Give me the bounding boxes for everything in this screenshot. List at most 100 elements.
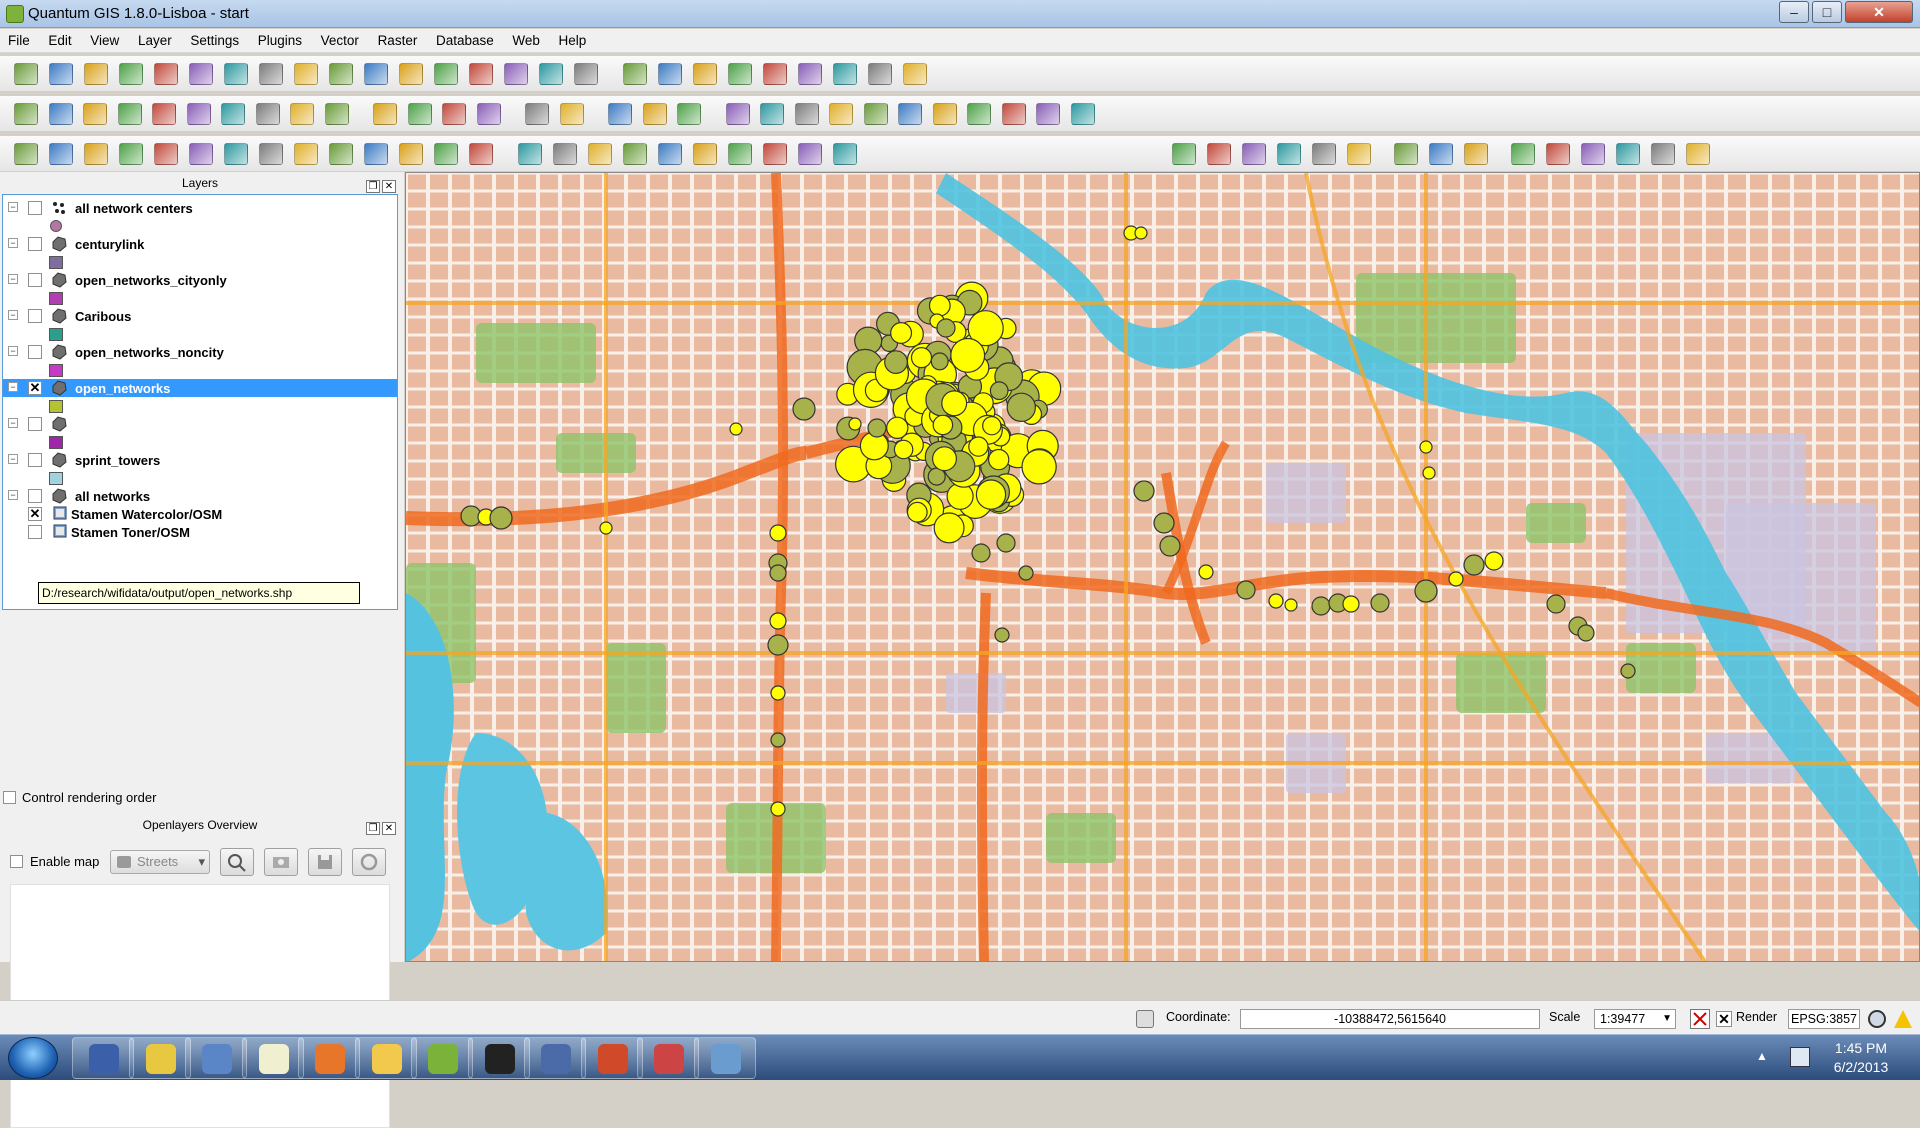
delete-ring-icon[interactable]: [259, 143, 283, 165]
action-icon[interactable]: [553, 143, 577, 165]
render-checkbox[interactable]: ✕: [1716, 1011, 1732, 1027]
zoom-in-icon[interactable]: [794, 103, 819, 125]
map-tips-icon[interactable]: [728, 143, 752, 165]
new-project-icon[interactable]: [14, 63, 38, 85]
add-postgis-icon[interactable]: [294, 63, 318, 85]
taskbar-app-button[interactable]: [128, 1037, 191, 1079]
taskbar-app-button[interactable]: [580, 1037, 643, 1079]
add-spatialite-icon[interactable]: [329, 63, 353, 85]
merge-icon[interactable]: [434, 143, 458, 165]
menu-file[interactable]: File: [0, 29, 37, 48]
histogram-icon[interactable]: [525, 103, 549, 125]
coins-icon[interactable]: [677, 103, 701, 125]
save-edits-icon[interactable]: [658, 63, 682, 85]
raster-icon[interactable]: [642, 103, 667, 125]
pan-icon[interactable]: [725, 103, 750, 125]
plugin-add-icon[interactable]: [1429, 143, 1453, 165]
d2-plugin-icon[interactable]: [1394, 143, 1418, 165]
add-wms-icon[interactable]: [399, 63, 423, 85]
menu-plugins[interactable]: Plugins: [250, 29, 309, 48]
remove-layer-icon[interactable]: [469, 63, 493, 85]
text-annotation-icon[interactable]: [833, 143, 857, 165]
layer-item[interactable]: − open_networks_cityonly: [3, 271, 397, 289]
print-icon[interactable]: [189, 63, 213, 85]
collapse-icon[interactable]: −: [8, 490, 18, 500]
crs-button[interactable]: EPSG:3857: [1788, 1009, 1860, 1029]
new-layer-icon[interactable]: [574, 63, 598, 85]
layer-visibility-checkbox[interactable]: [28, 273, 42, 287]
add-wfs-icon[interactable]: [434, 63, 458, 85]
watercolor-map[interactable]: [406, 173, 1920, 962]
menu-layer[interactable]: Layer: [130, 29, 179, 48]
layer-type-select[interactable]: Streets ▾: [110, 850, 210, 874]
save-project-icon[interactable]: [84, 63, 108, 85]
rotate-icon[interactable]: [84, 143, 108, 165]
layer-properties-icon[interactable]: [14, 103, 38, 125]
plugin-edit-icon[interactable]: [1464, 143, 1488, 165]
layer-visibility-checkbox[interactable]: ✕: [28, 507, 42, 521]
split-icon[interactable]: [399, 143, 423, 165]
collapse-icon[interactable]: −: [8, 202, 18, 212]
simplify-icon[interactable]: [119, 143, 143, 165]
new-spatialite-icon[interactable]: [539, 63, 563, 85]
add-layer-b-icon[interactable]: [152, 103, 176, 125]
deselect-icon[interactable]: [623, 143, 647, 165]
add-wfs-plugin-icon[interactable]: [1207, 143, 1231, 165]
zoom-actual-icon[interactable]: [863, 103, 888, 125]
close-icon[interactable]: ✕: [382, 822, 396, 835]
maximize-button[interactable]: □: [1812, 1, 1842, 23]
minimize-button[interactable]: –: [1779, 1, 1809, 23]
db-plugin-icon[interactable]: [1581, 143, 1605, 165]
node-tool-icon[interactable]: [693, 63, 717, 85]
overview-zoom-button[interactable]: [220, 848, 254, 876]
delete-part2-icon[interactable]: [294, 143, 318, 165]
toggle-edit-icon[interactable]: [623, 63, 647, 85]
pan-to-selection-icon[interactable]: [760, 103, 784, 125]
georef-plugin-icon[interactable]: [1616, 143, 1640, 165]
menu-vector[interactable]: Vector: [313, 29, 366, 48]
taskbar-app-button[interactable]: [72, 1037, 134, 1079]
cut-icon[interactable]: [833, 63, 857, 85]
layer-item[interactable]: ✕ Stamen Watercolor/OSM: [3, 505, 397, 523]
add-feature-icon[interactable]: [48, 103, 73, 125]
add-layer-e-icon[interactable]: [255, 103, 280, 125]
label-pin-icon[interactable]: [407, 103, 432, 125]
projection-icon[interactable]: [1868, 1010, 1886, 1028]
layer-style-icon[interactable]: [83, 103, 107, 125]
add-layer-d-icon[interactable]: [221, 103, 245, 125]
taskbar-app-button[interactable]: [185, 1037, 247, 1079]
layer-visibility-checkbox[interactable]: [28, 309, 42, 323]
layer-visibility-checkbox[interactable]: [28, 345, 42, 359]
menu-view[interactable]: View: [82, 29, 126, 48]
collapse-icon[interactable]: −: [8, 310, 18, 320]
taskbar-app-button[interactable]: [637, 1037, 699, 1079]
layer-item[interactable]: − all networks: [3, 487, 397, 505]
overview-capture-button[interactable]: [264, 848, 298, 876]
add-raster-icon[interactable]: [259, 63, 283, 85]
system-clock[interactable]: 1:45 PM 6/2/2013: [1816, 1039, 1906, 1077]
open-project-icon[interactable]: [49, 63, 73, 85]
taskbar-app-button[interactable]: [241, 1037, 304, 1079]
zoom-selection-icon[interactable]: [967, 103, 991, 125]
zoom-out-icon[interactable]: [829, 103, 853, 125]
layer-item[interactable]: − open_networks_noncity: [3, 343, 397, 361]
layer-item[interactable]: − sprint_towers: [3, 451, 397, 469]
zoom-full-icon[interactable]: [898, 103, 922, 125]
menu-web[interactable]: Web: [504, 29, 547, 48]
taskbar-app-button[interactable]: [298, 1037, 360, 1079]
save-as-icon[interactable]: [119, 63, 143, 85]
copy-icon[interactable]: [868, 63, 892, 85]
taskbar-app-button[interactable]: [693, 1037, 756, 1079]
openlayers-d-icon[interactable]: [1347, 143, 1371, 165]
control-rendering-order-checkbox[interactable]: [3, 791, 16, 804]
close-button[interactable]: ✕: [1845, 1, 1913, 23]
openlayers-b-icon[interactable]: [1277, 143, 1301, 165]
collapse-icon[interactable]: −: [8, 418, 18, 428]
add-wms-plugin-icon[interactable]: [1172, 143, 1196, 165]
add-part-icon[interactable]: [763, 63, 787, 85]
show-hidden-icons[interactable]: ▲: [1756, 1049, 1768, 1063]
collapse-icon[interactable]: −: [8, 346, 18, 356]
menu-help[interactable]: Help: [551, 29, 594, 48]
paste-icon[interactable]: [903, 63, 927, 85]
collapse-icon[interactable]: −: [8, 274, 18, 284]
